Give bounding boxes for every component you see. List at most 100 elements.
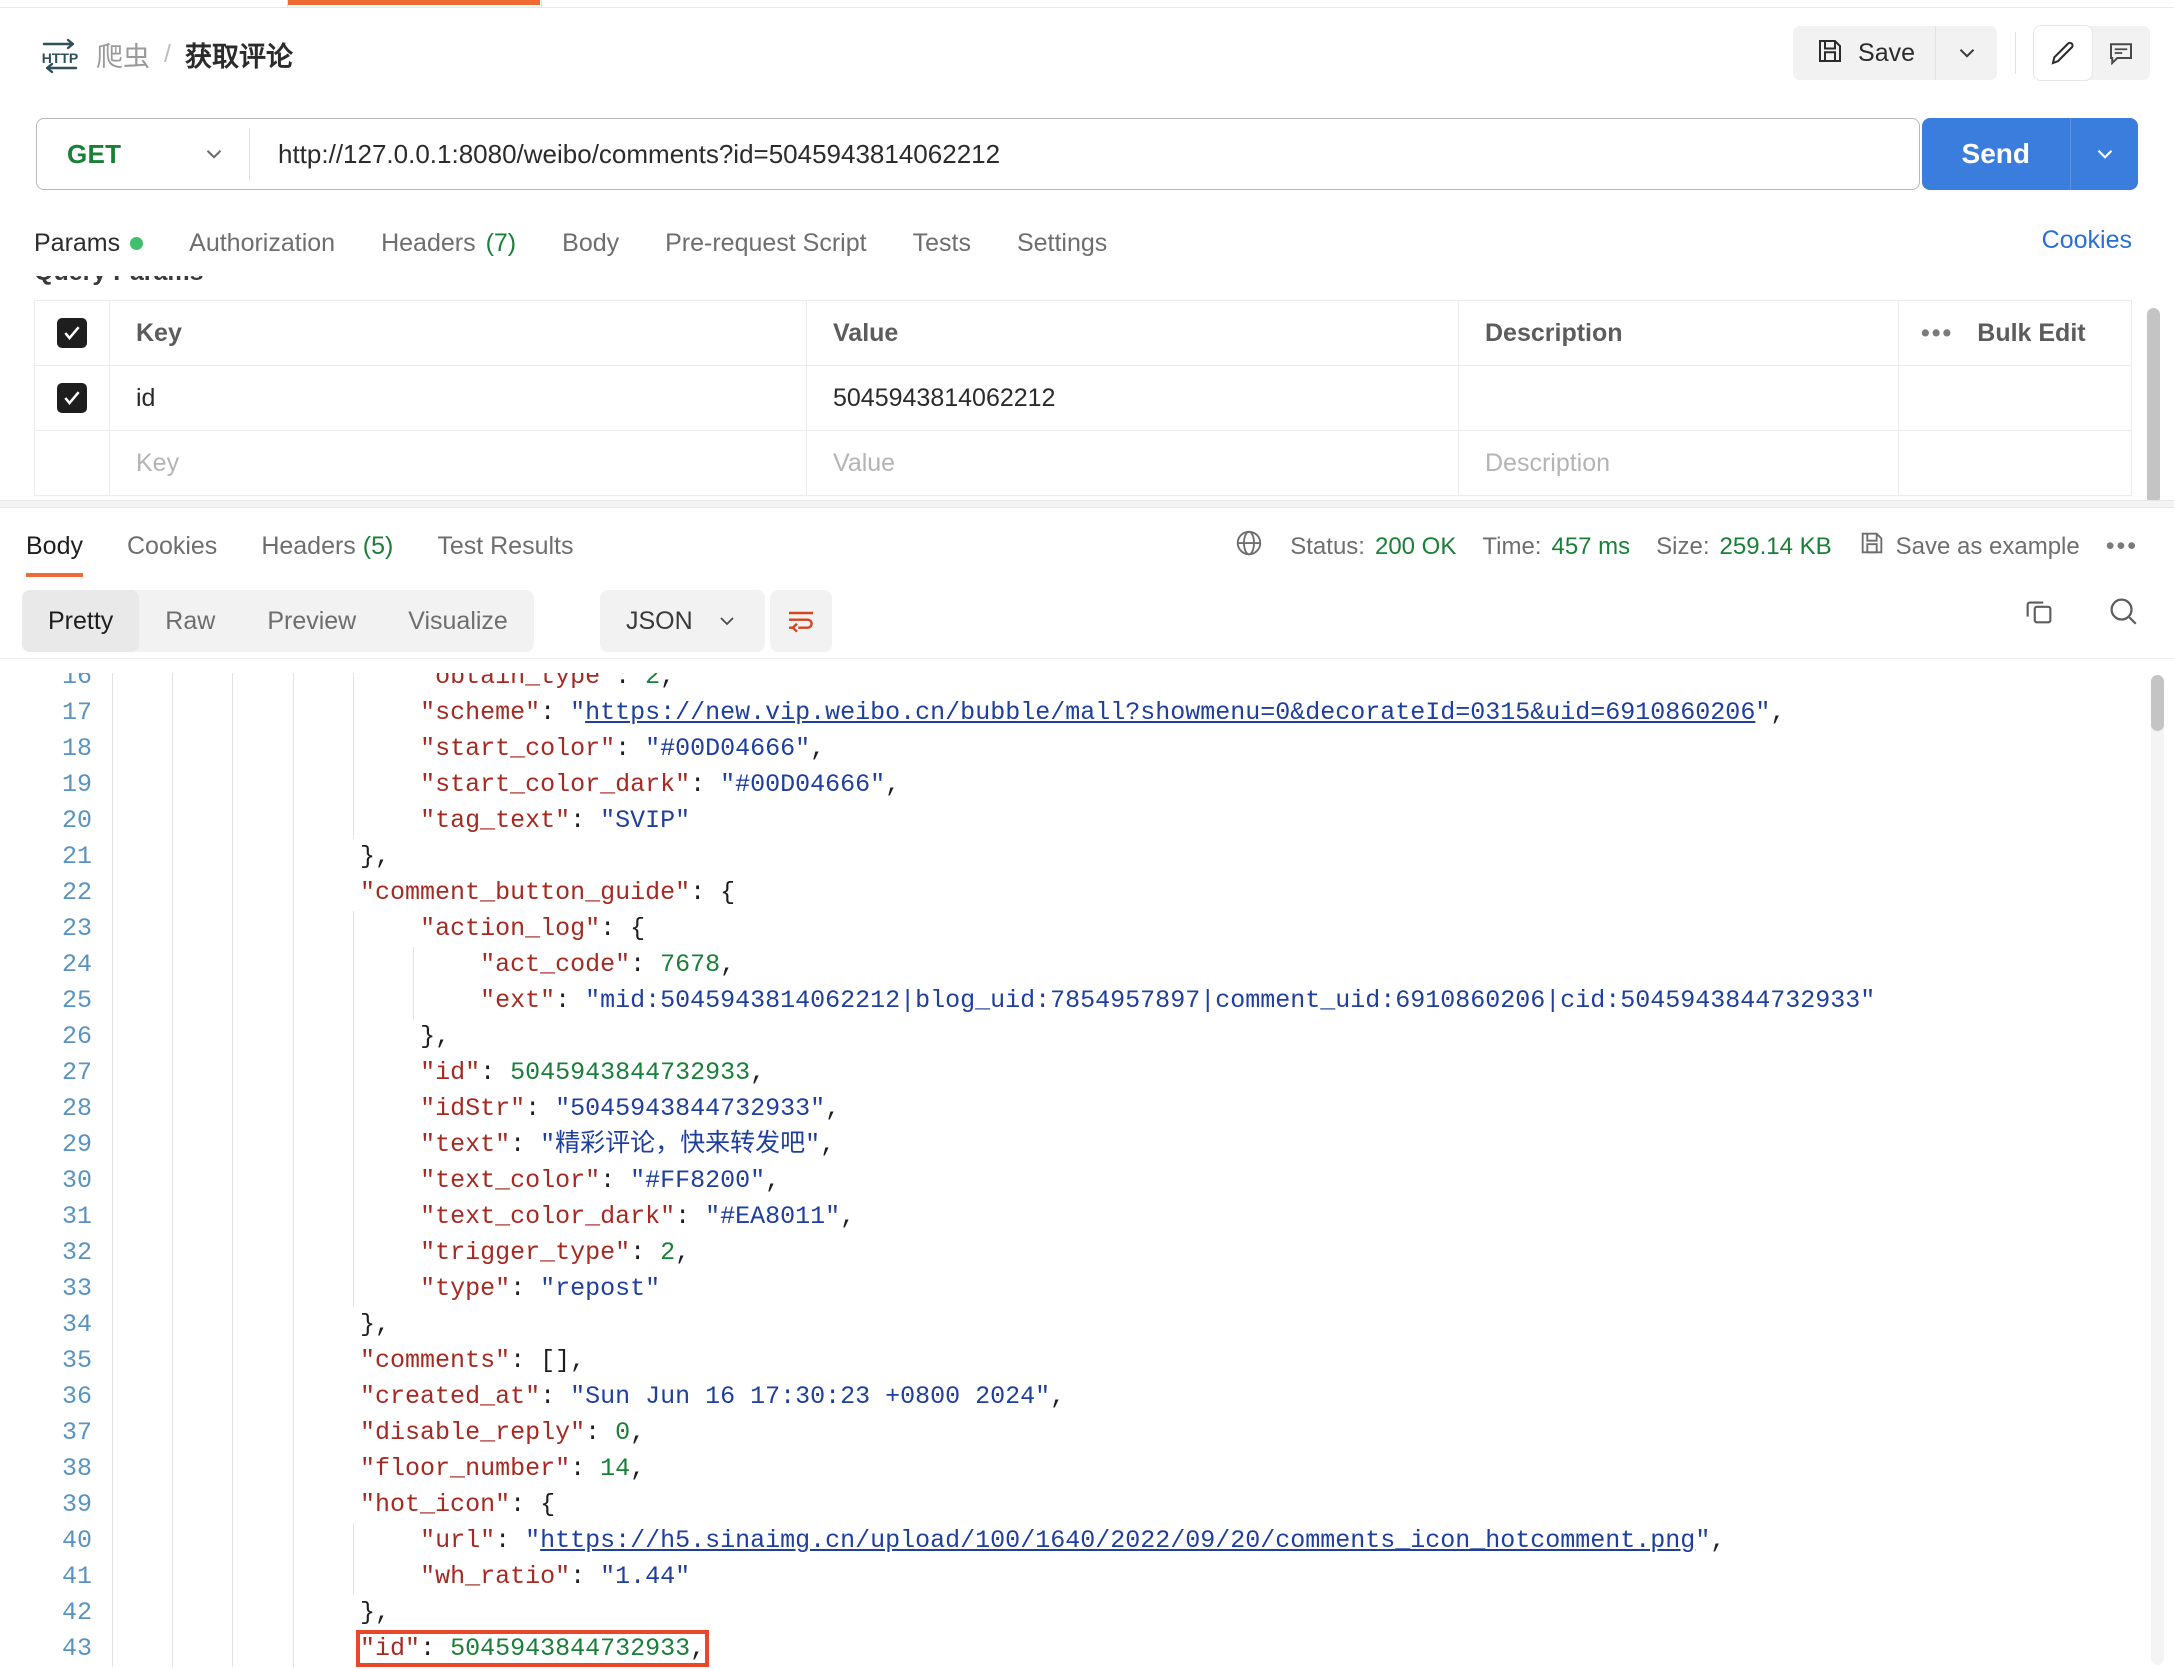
line-number: 19	[61, 770, 92, 799]
tab-headers[interactable]: Headers (7)	[381, 229, 516, 258]
response-tab-test-results[interactable]: Test Results	[437, 532, 573, 567]
response-meta-bar: Status: 200 OK Time: 457 ms Size: 259.14…	[1234, 528, 2138, 565]
breadcrumb-parent[interactable]: 爬虫	[96, 35, 150, 74]
line-number: 38	[61, 1454, 92, 1483]
response-body-viewer[interactable]: 16 "obtain_type": 2, 17 "scheme": "https:…	[0, 658, 2174, 1670]
line-number: 37	[61, 1418, 92, 1447]
pane-divider[interactable]	[0, 500, 2174, 508]
tab-params[interactable]: Params	[34, 229, 144, 258]
response-tab-headers[interactable]: Headers (5)	[261, 532, 393, 567]
empty-row-value-input[interactable]: Value	[807, 431, 1459, 495]
line-number: 28	[61, 1094, 92, 1123]
view-mode-preview[interactable]: Preview	[241, 590, 382, 652]
code-link[interactable]: https://new.vip.weibo.cn/bubble/mall?sho…	[585, 698, 1755, 727]
select-all-checkbox[interactable]	[57, 318, 87, 348]
code-token: "	[1755, 698, 1771, 727]
code-link[interactable]: https://h5.sinaimg.cn/upload/100/1640/20…	[540, 1526, 1695, 1555]
line-number: 42	[61, 1598, 92, 1627]
row-description-cell[interactable]	[1459, 366, 1899, 430]
code-line: 40 "url": "https://h5.sinaimg.cn/upload/…	[0, 1523, 2174, 1559]
code-token: ,	[765, 1166, 781, 1195]
code-token: "	[570, 698, 586, 727]
line-number: 40	[61, 1526, 92, 1555]
code-line: 32 "trigger_type": 2,	[0, 1235, 2174, 1271]
code-token: "SVIP"	[600, 806, 691, 835]
comments-button[interactable]	[2092, 26, 2150, 80]
time-segment: Time: 457 ms	[1482, 533, 1630, 561]
code-scrollbar-thumb[interactable]	[2151, 675, 2164, 731]
tab-divider	[287, 0, 288, 8]
empty-row-checkbox-cell	[35, 431, 110, 495]
line-number: 20	[61, 806, 92, 835]
code-text: "disable_reply": 0,	[120, 1415, 645, 1451]
line-number: 24	[61, 950, 92, 979]
response-body-tools	[2022, 594, 2140, 633]
code-token: 5045943844732933	[510, 1058, 751, 1087]
tab-pre-request-script[interactable]: Pre-request Script	[665, 229, 866, 258]
code-text: "idStr": "5045943844732933",	[120, 1091, 840, 1127]
code-token: :	[540, 1382, 571, 1411]
tab-settings[interactable]: Settings	[1017, 229, 1107, 258]
code-token: :	[675, 1202, 706, 1231]
row-value-value: 5045943814062212	[833, 383, 1056, 412]
empty-row-description-input[interactable]: Description	[1459, 431, 1899, 495]
text-wrap-icon	[789, 611, 813, 633]
tab-authorization[interactable]: Authorization	[189, 229, 335, 258]
empty-row-key-input[interactable]: Key	[110, 431, 807, 495]
status-segment: Status: 200 OK	[1290, 533, 1456, 561]
save-as-example-button[interactable]: Save as example	[1858, 529, 2080, 564]
response-tab-cookies[interactable]: Cookies	[127, 532, 217, 567]
code-token: ,	[825, 1094, 841, 1123]
copy-button[interactable]	[2022, 594, 2056, 633]
row-checkbox[interactable]	[57, 383, 87, 413]
view-mode-pretty[interactable]: Pretty	[22, 590, 140, 652]
response-format-selector[interactable]: JSON	[600, 590, 765, 652]
code-line: 16 "obtain_type": 2,	[0, 673, 2174, 695]
params-scrollbar[interactable]	[2147, 308, 2160, 504]
code-text: },	[120, 1307, 390, 1343]
time-label: Time:	[1482, 532, 1542, 560]
tab-body[interactable]: Body	[562, 229, 619, 258]
empty-description-placeholder: Description	[1485, 448, 1611, 477]
url-input[interactable]: http://127.0.0.1:8080/weibo/comments?id=…	[250, 139, 1919, 170]
code-line: 21 },	[0, 839, 2174, 875]
row-value-cell[interactable]: 5045943814062212	[807, 366, 1459, 430]
send-options-button[interactable]	[2070, 118, 2138, 190]
bulk-edit-button[interactable]: Bulk Edit	[1977, 319, 2085, 348]
view-mode-visualize[interactable]: Visualize	[382, 590, 534, 652]
indent-guide	[112, 1631, 113, 1667]
code-token: "idStr"	[420, 1094, 526, 1123]
indent-guide	[112, 1379, 113, 1415]
code-line: 34 },	[0, 1307, 2174, 1343]
title-action-group: Save	[1793, 26, 2150, 80]
response-tab-body[interactable]: Body	[26, 531, 83, 577]
save-button[interactable]: Save	[1793, 26, 1935, 80]
more-options-icon[interactable]: •••	[1921, 319, 1953, 348]
tab-tests[interactable]: Tests	[913, 229, 971, 258]
empty-key-placeholder: Key	[136, 448, 180, 477]
code-line: 36 "created_at": "Sun Jun 16 17:30:23 +0…	[0, 1379, 2174, 1415]
query-params-table: Key Value Description ••• Bulk Edit id 5…	[34, 300, 2132, 496]
line-number: 34	[61, 1310, 92, 1339]
response-tab-body-label: Body	[26, 531, 83, 560]
code-line: 35 "comments": [],	[0, 1343, 2174, 1379]
code-token: "#FF8200"	[630, 1166, 766, 1195]
size-value: 259.14 KB	[1719, 532, 1832, 560]
http-method-selector[interactable]: GET	[37, 119, 249, 189]
code-text: "hot_icon": {	[120, 1487, 555, 1523]
view-mode-raw[interactable]: Raw	[139, 590, 241, 652]
search-button[interactable]	[2106, 594, 2140, 633]
response-more-options-icon[interactable]: •••	[2106, 532, 2138, 561]
cookies-link[interactable]: Cookies	[2042, 226, 2132, 255]
url-bar: GET http://127.0.0.1:8080/weibo/comments…	[36, 118, 1920, 190]
code-token: "Sun Jun 16 17:30:23 +0800 2024"	[570, 1382, 1051, 1411]
edit-button[interactable]	[2034, 26, 2092, 80]
code-line: 22 "comment_button_guide": {	[0, 875, 2174, 911]
code-token: "id"	[420, 1058, 481, 1087]
row-key-cell[interactable]: id	[110, 366, 807, 430]
code-token: 7678	[660, 950, 721, 979]
save-options-button[interactable]	[1935, 26, 1997, 80]
code-line: 30 "text_color": "#FF8200",	[0, 1163, 2174, 1199]
send-button[interactable]: Send	[1921, 118, 2070, 190]
wrap-lines-button[interactable]	[770, 590, 832, 652]
